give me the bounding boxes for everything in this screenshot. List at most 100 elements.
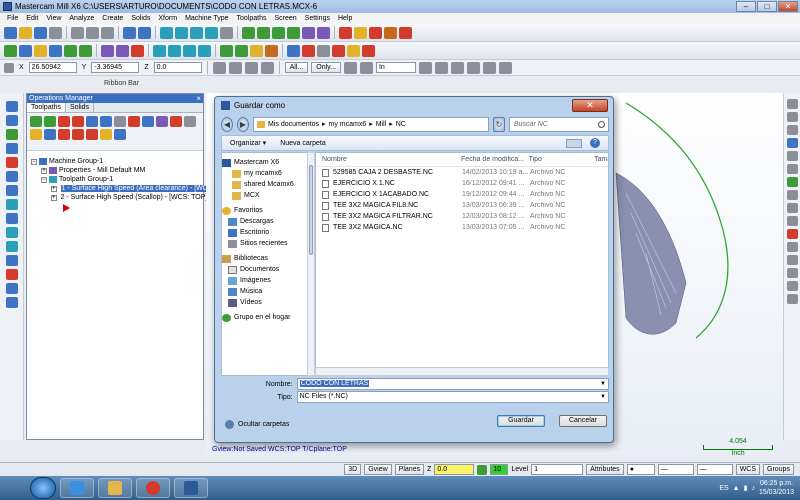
forward-arrow-icon[interactable]: ▶	[237, 116, 249, 132]
nav-item-documentos[interactable]: Documentos	[222, 264, 309, 275]
zoom-out-icon[interactable]	[205, 26, 218, 39]
high-feed-icon[interactable]	[142, 116, 154, 127]
polygon-select-icon[interactable]	[450, 61, 464, 74]
analyze-icon[interactable]	[339, 26, 352, 39]
taskbar-chrome[interactable]	[136, 478, 170, 498]
window-select-icon[interactable]	[359, 61, 373, 74]
shaded-icon[interactable]	[317, 26, 330, 39]
z-coordinate-field[interactable]: 0.0	[153, 62, 202, 73]
refresh-icon[interactable]: ↻	[493, 116, 505, 132]
menu-create[interactable]: Create	[102, 15, 123, 22]
break-icon[interactable]	[116, 44, 129, 57]
minimize-button[interactable]: –	[736, 1, 756, 12]
breadcrumb[interactable]: Mis documentos ▸ my mcamx6 ▸ Mill ▸ NC	[253, 116, 489, 132]
sketch-icon[interactable]	[260, 61, 274, 74]
line-icon[interactable]	[19, 44, 32, 57]
select-all-ops-icon[interactable]	[30, 116, 42, 127]
save-icon[interactable]	[34, 26, 47, 39]
language-indicator[interactable]: ES	[719, 485, 728, 492]
fast-point-icon[interactable]	[212, 61, 226, 74]
point-style-select[interactable]: ●	[626, 464, 655, 475]
right-tool-13-icon[interactable]	[786, 255, 798, 265]
menu-file[interactable]: File	[7, 15, 18, 22]
left-tool-11-icon[interactable]	[5, 241, 18, 252]
verify-icon[interactable]	[100, 116, 112, 127]
right-tool-7-icon[interactable]	[786, 177, 798, 187]
groups-button[interactable]: Groups	[763, 464, 794, 475]
nav-item-descargas[interactable]: Descargas	[222, 216, 309, 227]
selection-mode-select[interactable]: In	[375, 62, 416, 73]
left-tool-3-icon[interactable]	[5, 129, 18, 140]
hide-icon[interactable]	[317, 44, 330, 57]
column-header-date[interactable]: Fecha de modifica...	[461, 156, 529, 163]
start-button[interactable]	[30, 477, 56, 499]
nav-item-escritorio[interactable]: Escritorio	[222, 227, 309, 238]
regenerate-dirty-icon[interactable]	[72, 116, 84, 127]
hide-folders-toggle[interactable]: Ocultar carpetas	[225, 420, 289, 429]
rectangle-icon[interactable]	[64, 44, 77, 57]
print-icon[interactable]	[49, 26, 62, 39]
redo-icon[interactable]	[138, 26, 151, 39]
lock-point-icon[interactable]	[244, 61, 258, 74]
join-icon[interactable]	[131, 44, 144, 57]
view-options-icon[interactable]	[566, 139, 582, 148]
nav-group-favorites[interactable]: Favoritos	[222, 205, 309, 216]
collapse-icon[interactable]: −	[31, 158, 37, 165]
chevron-down-icon[interactable]: ▼	[600, 392, 606, 402]
tab-solids[interactable]: Solids	[66, 103, 95, 112]
left-tool-8-icon[interactable]	[5, 199, 18, 210]
planes-button[interactable]: Planes	[394, 464, 425, 475]
menu-settings[interactable]: Settings	[305, 15, 330, 22]
network-icon[interactable]: ▮	[744, 484, 748, 492]
spline-icon[interactable]	[79, 44, 92, 57]
select-all-button[interactable]: All...	[284, 62, 309, 73]
scroll-to-icon[interactable]	[100, 129, 112, 140]
cut-icon[interactable]	[71, 26, 84, 39]
zoom-in-icon[interactable]	[190, 26, 203, 39]
nav-item-mastercam[interactable]: Mastercam X6	[222, 157, 309, 168]
new-folder-button[interactable]: Nueva carpeta	[280, 140, 326, 147]
left-tool-7-icon[interactable]	[5, 185, 18, 196]
menu-edit[interactable]: Edit	[26, 15, 38, 22]
select-dirty-ops-icon[interactable]	[44, 116, 56, 127]
new-file-icon[interactable]	[4, 26, 17, 39]
paste-icon[interactable]	[101, 26, 114, 39]
scale-icon[interactable]	[198, 44, 211, 57]
color-swatch[interactable]	[477, 464, 488, 475]
tray-arrow-icon[interactable]: ▲	[733, 485, 740, 492]
back-arrow-icon[interactable]: ◀	[221, 116, 233, 132]
taskbar-ie[interactable]	[60, 478, 94, 498]
side-view-icon[interactable]	[272, 26, 285, 39]
clock[interactable]: 06:25 p.m. 15/03/2013	[759, 479, 794, 497]
z-depth-field[interactable]: 0.0	[434, 464, 475, 475]
color-number-field[interactable]: 10	[490, 464, 509, 475]
right-tool-15-icon[interactable]	[786, 281, 798, 291]
surface-fillet-icon[interactable]	[265, 44, 278, 57]
left-tool-1-icon[interactable]	[5, 101, 18, 112]
save-button[interactable]: Guardar	[497, 415, 545, 427]
organize-button[interactable]: Organizar ▾	[230, 139, 266, 147]
cancel-button[interactable]: Cancelar	[559, 415, 607, 427]
left-tool-13-icon[interactable]	[5, 269, 18, 280]
select-only-button[interactable]: Only...	[311, 62, 341, 73]
taskbar-explorer[interactable]	[98, 478, 132, 498]
right-tool-5-icon[interactable]	[786, 151, 798, 161]
trim-icon[interactable]	[101, 44, 114, 57]
zoom-window-icon[interactable]	[175, 26, 188, 39]
chain-select-icon[interactable]	[343, 61, 357, 74]
file-row[interactable]: TEE 3X2 MAGICA FIL8.NC 13/03/2013 06:39 …	[316, 200, 608, 211]
file-list-scrollbar[interactable]	[315, 367, 609, 376]
file-row[interactable]: EJERCICIO X 1ACABADO.NC 19/12/2012 09:44…	[316, 189, 608, 200]
regenerate-icon[interactable]	[58, 116, 70, 127]
expand-icon[interactable]: +	[41, 167, 47, 174]
right-tool-1-icon[interactable]	[786, 99, 798, 109]
left-tool-10-icon[interactable]	[5, 227, 18, 238]
line-width-select[interactable]: —	[696, 464, 733, 475]
right-tool-16-icon[interactable]	[786, 294, 798, 304]
tree-row-toolpath-group[interactable]: − Toolpath Group-1	[31, 175, 203, 184]
move-up-icon[interactable]	[72, 129, 84, 140]
left-tool-9-icon[interactable]	[5, 213, 18, 224]
file-row[interactable]: 529585 CAJA 2 DESBASTE.NC 14/02/2013 10:…	[316, 167, 608, 178]
wcs-button[interactable]: WCS	[735, 464, 761, 475]
menu-machine-type[interactable]: Machine Type	[185, 15, 228, 22]
